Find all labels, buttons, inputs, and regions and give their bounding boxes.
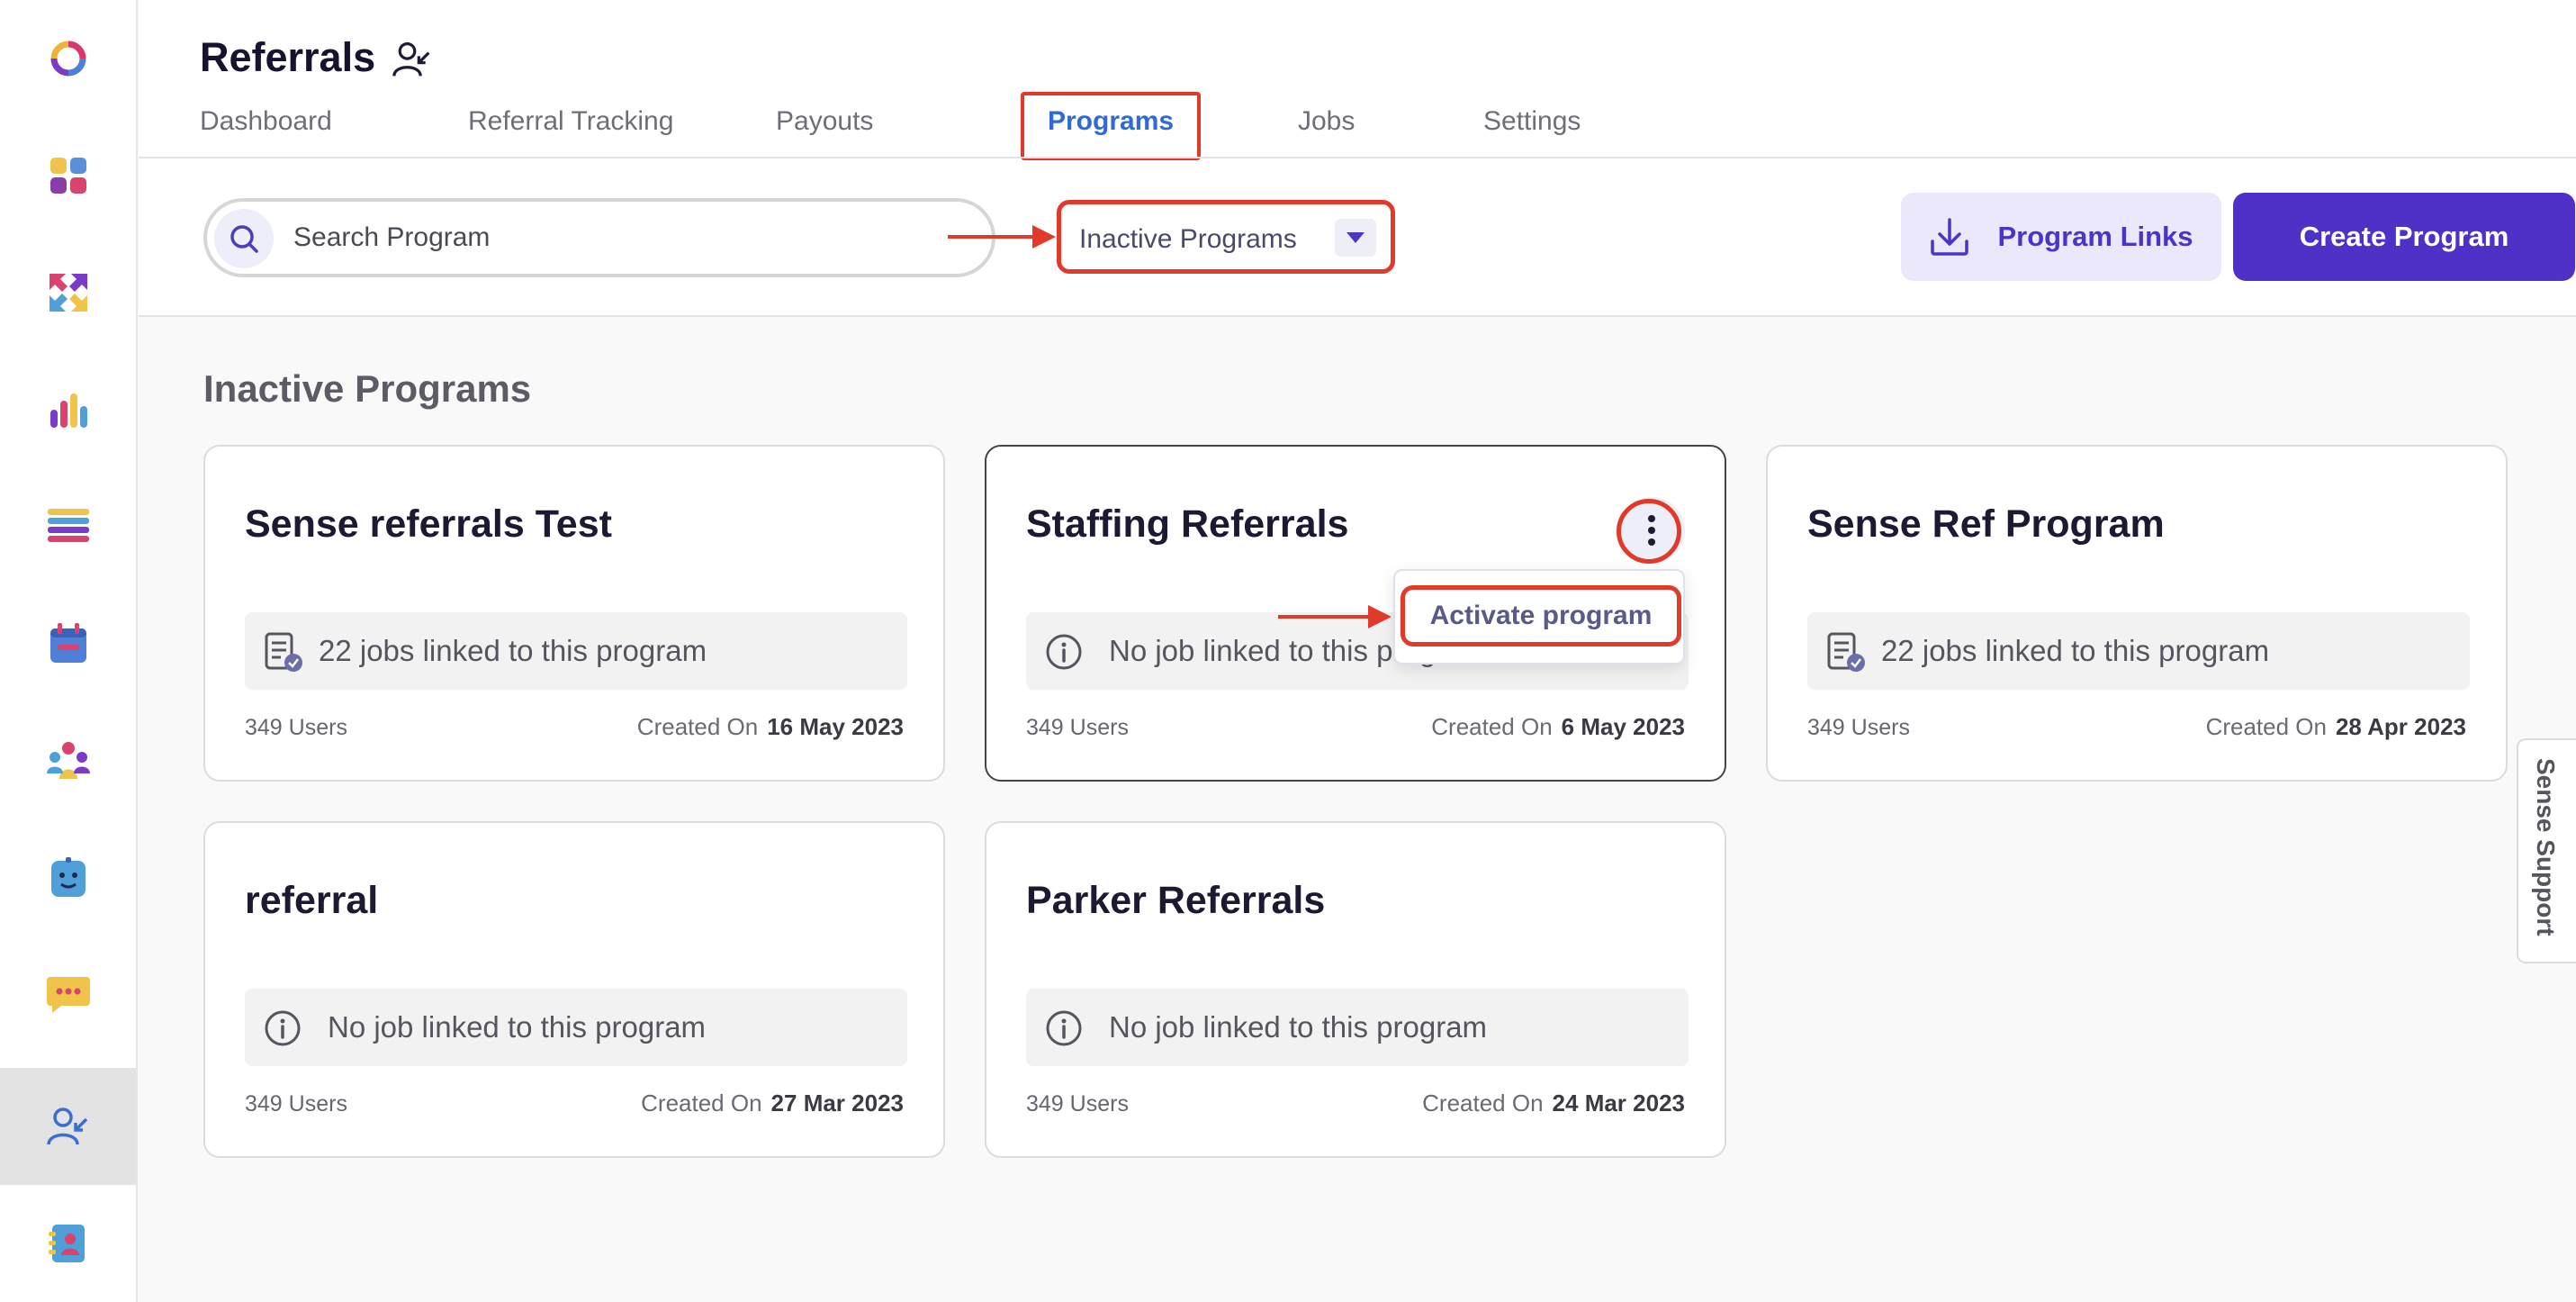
logo-ring-icon (50, 41, 86, 77)
program-card-jobs-info: 22 jobs linked to this program (1807, 612, 2470, 690)
program-card-users: 349 Users (245, 1091, 347, 1117)
download-icon (1931, 218, 1969, 256)
tab-programs[interactable]: Programs (1048, 106, 1174, 137)
sidebar-item-messages[interactable] (0, 936, 136, 1053)
program-card-created: Created On 16 May 2023 (637, 713, 904, 741)
info-icon (1046, 1010, 1082, 1046)
program-card-title: Sense Ref Program (1807, 502, 2165, 546)
sense-support-tab[interactable]: Sense Support (2517, 738, 2576, 963)
created-date: 6 May 2023 (1561, 713, 1685, 740)
program-card[interactable]: Sense referrals Test 22 jobs linked to t… (203, 445, 945, 782)
created-label: Created On (636, 713, 759, 740)
program-card-title: Sense referrals Test (245, 502, 612, 546)
program-card[interactable]: referral No job linked to this program 3… (203, 821, 945, 1158)
bar-chart-icon (50, 393, 87, 428)
tab-dashboard[interactable]: Dashboard (200, 106, 332, 137)
sidebar-item-referrals[interactable] (0, 1068, 136, 1185)
program-status-select-value: Inactive Programs (1079, 224, 1297, 254)
program-card-users: 349 Users (1026, 715, 1129, 740)
created-label: Created On (2205, 713, 2327, 740)
sidebar-item-bot[interactable] (0, 819, 136, 936)
program-card-jobs-text: No job linked to this program (328, 1010, 707, 1044)
document-check-icon (265, 632, 302, 672)
user-referral-icon (392, 41, 430, 77)
info-icon (1046, 634, 1082, 670)
user-referral-icon (46, 1108, 87, 1145)
sidebar-item-dashboard[interactable] (0, 117, 136, 234)
search-icon-button[interactable] (214, 209, 274, 268)
tab-payouts[interactable]: Payouts (776, 106, 873, 137)
program-card-created: Created On 27 Mar 2023 (641, 1090, 904, 1117)
page-header: Referrals Dashboard Referral Tracking Pa… (139, 0, 2576, 317)
program-card-title: Parker Referrals (1026, 879, 1326, 922)
program-card-jobs-info: No job linked to this program (1026, 989, 1689, 1066)
program-status-select[interactable]: Inactive Programs (1057, 200, 1395, 274)
sidebar-item-logo[interactable] (0, 0, 136, 117)
program-card-jobs-text: 22 jobs linked to this program (1881, 634, 2270, 667)
arrows-exchange-icon (49, 274, 87, 312)
program-card-title: referral (245, 879, 379, 922)
create-program-label: Create Program (2299, 221, 2509, 252)
chat-bubble-icon (46, 977, 90, 1013)
program-card-created: Created On 28 Apr 2023 (2206, 713, 2466, 741)
more-options-button[interactable] (1618, 497, 1685, 564)
created-label: Created On (1431, 713, 1553, 740)
program-card-title: Staffing Referrals (1026, 502, 1349, 546)
created-date: 28 Apr 2023 (2335, 713, 2466, 740)
program-card[interactable]: Parker Referrals No job linked to this p… (985, 821, 1726, 1158)
search-icon (230, 225, 258, 253)
program-card-jobs-info: 22 jobs linked to this program (245, 612, 907, 690)
program-links-label: Program Links (1997, 221, 2193, 252)
contacts-book-icon (48, 1225, 85, 1262)
program-card[interactable]: Sense Ref Program 22 jobs linked to this… (1766, 445, 2508, 782)
program-card-users: 349 Users (1026, 1091, 1129, 1117)
chevron-down-icon (1335, 219, 1376, 257)
created-date: 27 Mar 2023 (770, 1090, 904, 1117)
program-card-created: Created On 24 Mar 2023 (1422, 1090, 1685, 1117)
page-title: Referrals (200, 34, 376, 80)
tab-referral-tracking[interactable]: Referral Tracking (468, 106, 673, 137)
program-card-jobs-text: 22 jobs linked to this program (319, 634, 707, 667)
tab-jobs[interactable]: Jobs (1298, 106, 1355, 137)
program-options-menu: Activate program (1393, 569, 1685, 665)
activate-program-menu-item[interactable]: Activate program (1401, 585, 1681, 646)
create-program-button[interactable]: Create Program (2233, 193, 2575, 281)
more-vertical-icon (1648, 515, 1655, 546)
sidebar-item-team[interactable] (0, 702, 136, 819)
dashboard-grid-icon (50, 158, 86, 194)
calendar-icon (50, 623, 86, 663)
tab-settings[interactable]: Settings (1483, 106, 1581, 137)
sense-support-label: Sense Support (2532, 758, 2560, 936)
program-card-created: Created On 6 May 2023 (1431, 713, 1685, 741)
created-label: Created On (641, 1090, 762, 1117)
sidebar (0, 0, 138, 1302)
tabs-divider (139, 157, 2576, 158)
sidebar-item-lists[interactable] (0, 468, 136, 585)
program-card-users: 349 Users (1807, 715, 1910, 740)
program-card-users: 349 Users (245, 715, 347, 740)
sidebar-item-contacts[interactable] (0, 1185, 136, 1302)
created-label: Created On (1422, 1090, 1544, 1117)
program-card-jobs-info: No job linked to this program (245, 989, 907, 1066)
document-check-icon (1827, 632, 1865, 672)
team-icon (46, 742, 90, 779)
list-stack-icon (47, 509, 89, 542)
program-card-jobs-text: No job linked to this program (1109, 1010, 1488, 1044)
info-icon (265, 1010, 301, 1046)
created-date: 24 Mar 2023 (1552, 1090, 1685, 1117)
chatbot-icon (50, 857, 86, 897)
created-date: 16 May 2023 (767, 713, 904, 740)
search-bar (203, 198, 995, 277)
sidebar-item-calendar[interactable] (0, 585, 136, 702)
section-title: Inactive Programs (203, 367, 532, 410)
sidebar-item-exchange[interactable] (0, 234, 136, 351)
search-input[interactable] (293, 214, 959, 261)
sidebar-item-analytics[interactable] (0, 351, 136, 468)
program-links-button[interactable]: Program Links (1901, 193, 2221, 281)
